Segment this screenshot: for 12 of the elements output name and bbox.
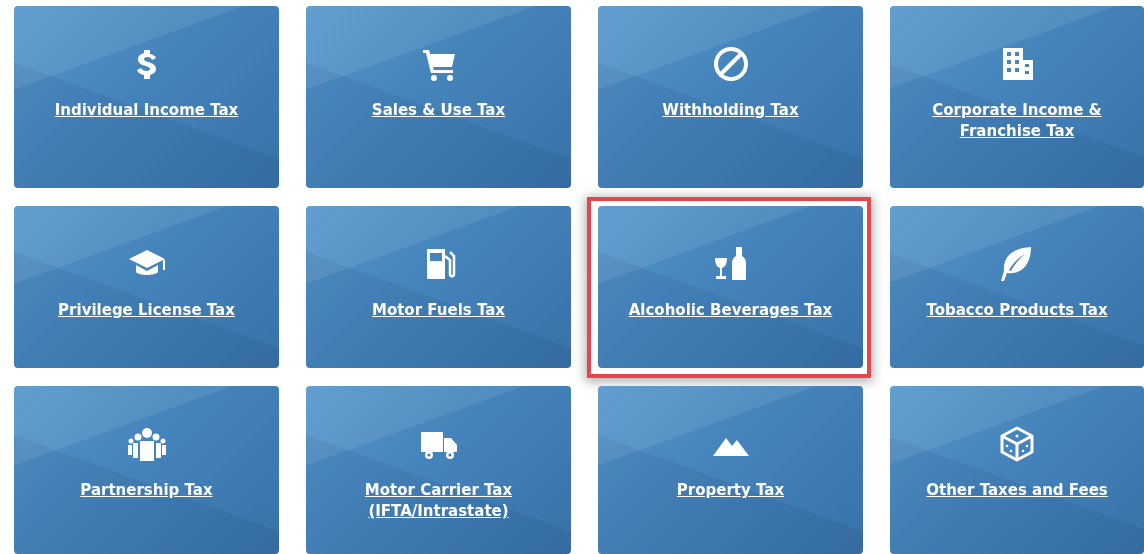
tax-link[interactable]: Property Tax bbox=[676, 480, 785, 501]
tax-link[interactable]: Withholding Tax bbox=[662, 100, 799, 121]
tax-link[interactable]: Tobacco Products Tax bbox=[926, 300, 1108, 321]
tax-link[interactable]: Motor Carrier Tax (IFTA/Intrastate) bbox=[364, 480, 513, 522]
tax-link[interactable]: Other Taxes and Fees bbox=[926, 480, 1108, 501]
tax-link[interactable]: Individual Income Tax bbox=[54, 100, 239, 121]
tax-link[interactable]: Privilege License Tax bbox=[58, 300, 235, 321]
tax-link[interactable]: Corporate Income & Franchise Tax bbox=[932, 100, 1102, 142]
tax-link[interactable]: Alcoholic Beverages Tax bbox=[628, 300, 833, 321]
tax-link[interactable]: Sales & Use Tax bbox=[371, 100, 506, 121]
tax-link[interactable]: Partnership Tax bbox=[80, 480, 213, 501]
tax-link[interactable]: Motor Fuels Tax bbox=[371, 300, 506, 321]
